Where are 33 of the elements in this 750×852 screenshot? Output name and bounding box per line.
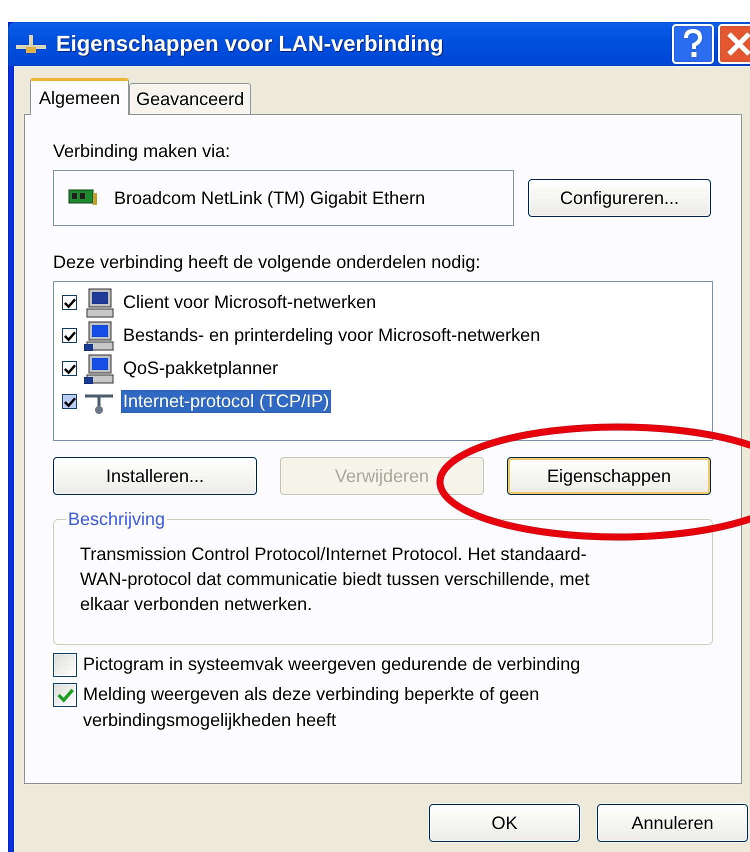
question-mark-icon [683,29,703,59]
computer-icon [83,320,115,352]
option-label: Melding weergeven als deze verbinding beperkte of geen verbindingsmogelijkheden heeft [83,683,540,732]
action-button[interactable]: Eigenschappen [507,457,711,495]
close-icon [726,31,750,57]
components-label: Deze verbinding heeft de volgende onderdelen nodig: [53,252,482,273]
network-icon [14,33,48,55]
option-label: Pictogram in systeemvak weergeven gedurende de verbinding [83,653,580,676]
checkbox[interactable] [53,683,77,707]
group-title: Beschrijving [67,509,166,530]
list-item[interactable]: Client voor Microsoft-netwerken [121,291,378,314]
tab[interactable]: Geavanceerd [129,83,252,114]
computer-icon [83,352,115,384]
checkbox[interactable] [62,394,77,409]
checkbox[interactable] [62,328,77,343]
action-button[interactable]: Installeren... [53,457,257,495]
dialog-button[interactable]: OK [429,804,580,842]
checkbox[interactable] [62,361,77,376]
list-item[interactable]: Bestands- en printerdeling voor Microsoft-netwerken [121,324,542,347]
description-text: Transmission Control Protocol/Internet Protocol. Het standaard-WAN-protocol dat communicatie biedt tussen verschillende, met elkaar verbonden netwerken. [80,543,591,616]
checkbox[interactable] [53,653,77,677]
dialog-button[interactable]: Annuleren [597,804,748,842]
close-button[interactable] [718,24,750,64]
list-item[interactable]: QoS-pakketplanner [121,357,280,380]
connect-via-label: Verbinding maken via: [53,141,232,162]
window-title: Eigenschappen voor LAN-verbinding [56,31,444,57]
configure-button[interactable]: Configureren... [528,179,711,217]
list-item[interactable]: Internet-protocol (TCP/IP) [121,390,332,413]
adapter-name: Broadcom NetLink (TM) Gigabit Ethern [114,188,426,208]
tab[interactable]: Algemeen [30,78,130,115]
network-card-icon [68,189,98,207]
help-button[interactable] [672,24,714,64]
checkbox[interactable] [62,295,77,310]
